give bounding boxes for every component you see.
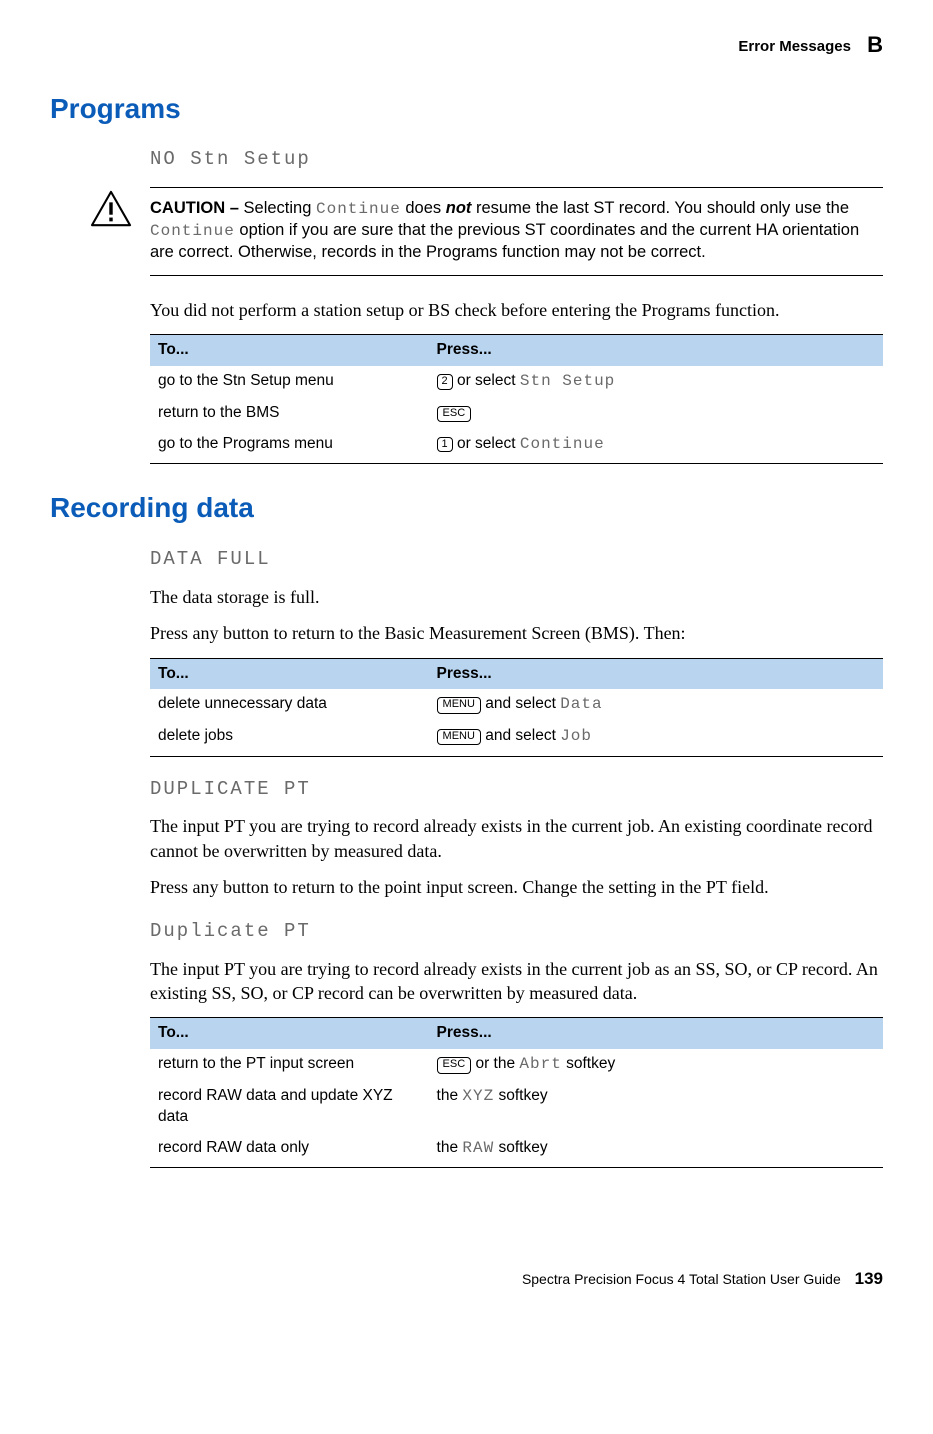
cell-mid: and select: [481, 695, 560, 712]
data-full-body2: Press any button to return to the Basic …: [150, 621, 883, 645]
dup-upper-body2: Press any button to return to the point …: [150, 875, 883, 899]
cell-mid: and select: [481, 727, 560, 744]
caution-label: CAUTION –: [150, 199, 244, 217]
cell-post: softkey: [494, 1087, 547, 1104]
table-row: record RAW data and update XYZ data the …: [150, 1081, 883, 1133]
footer-page: 139: [855, 1269, 883, 1288]
cell-to: go to the Programs menu: [150, 429, 429, 464]
cell-mid: or select: [453, 435, 520, 452]
dm-th-press: Press...: [429, 1018, 883, 1049]
key-esc: ESC: [437, 1057, 472, 1073]
cell-to: record RAW data and update XYZ data: [150, 1081, 429, 1133]
key-esc: ESC: [437, 406, 472, 422]
caution-icon: [90, 190, 132, 235]
cell-lcd: XYZ: [462, 1087, 494, 1105]
caution-text: CAUTION – Selecting Continue does not re…: [150, 198, 883, 263]
cell-to: delete jobs: [150, 721, 429, 756]
header-section: Error Messages: [738, 38, 851, 55]
key-menu: MENU: [437, 697, 481, 713]
header-appendix: B: [867, 32, 883, 57]
dup-mixed-table: To... Press... return to the PT input sc…: [150, 1017, 883, 1168]
cell-press: MENU and select Job: [429, 721, 883, 756]
cell-lcd: Data: [560, 695, 602, 713]
cell-press: 2 or select Stn Setup: [429, 366, 883, 398]
caution-not: not: [446, 199, 472, 217]
dup-mixed-body1: The input PT you are trying to record al…: [150, 957, 883, 1006]
cell-mid: or the: [471, 1055, 519, 1072]
page-header: Error Messages B: [50, 30, 883, 60]
table-row: delete jobs MENU and select Job: [150, 721, 883, 756]
programs-th-to: To...: [150, 335, 429, 366]
programs-table: To... Press... go to the Stn Setup menu …: [150, 334, 883, 464]
table-row: record RAW data only the RAW softkey: [150, 1133, 883, 1168]
table-row: return to the BMS ESC: [150, 398, 883, 429]
dup-upper-body1: The input PT you are trying to record al…: [150, 814, 883, 863]
programs-body: You did not perform a station setup or B…: [150, 298, 883, 322]
cell-lcd: RAW: [462, 1139, 494, 1157]
cell-press: the RAW softkey: [429, 1133, 883, 1168]
data-full-table: To... Press... delete unnecessary data M…: [150, 658, 883, 757]
table-row: return to the PT input screen ESC or the…: [150, 1049, 883, 1081]
key-2: 2: [437, 374, 453, 389]
cell-press: the XYZ softkey: [429, 1081, 883, 1133]
data-full-body1: The data storage is full.: [150, 585, 883, 609]
cell-to: record RAW data only: [150, 1133, 429, 1168]
caution-t1: Selecting: [244, 199, 316, 217]
caution-block: CAUTION – Selecting Continue does not re…: [150, 187, 883, 276]
table-row: go to the Programs menu 1 or select Cont…: [150, 429, 883, 464]
dm-th-to: To...: [150, 1018, 429, 1049]
caution-continue-1: Continue: [316, 200, 401, 218]
cell-press: MENU and select Data: [429, 689, 883, 721]
caution-continue-2: Continue: [150, 222, 235, 240]
table-row: go to the Stn Setup menu 2 or select Stn…: [150, 366, 883, 398]
df-th-press: Press...: [429, 658, 883, 689]
cell-lcd: Stn Setup: [520, 372, 615, 390]
cell-post: softkey: [562, 1055, 615, 1072]
caution-t2: does: [401, 199, 446, 217]
cell-press: ESC or the Abrt softkey: [429, 1049, 883, 1081]
data-full-label: DATA FULL: [150, 547, 883, 573]
page-footer: Spectra Precision Focus 4 Total Station …: [50, 1268, 883, 1291]
recording-heading: Recording data: [50, 489, 883, 527]
cell-lcd: Abrt: [519, 1055, 561, 1073]
cell-to: go to the Stn Setup menu: [150, 366, 429, 398]
cell-pre: the: [437, 1087, 463, 1104]
cell-pre: the: [437, 1139, 463, 1156]
programs-th-press: Press...: [429, 335, 883, 366]
cell-to: return to the BMS: [150, 398, 429, 429]
footer-title: Spectra Precision Focus 4 Total Station …: [522, 1271, 841, 1287]
cell-press: ESC: [429, 398, 883, 429]
caution-t4: option if you are sure that the previous…: [150, 221, 859, 261]
cell-press: 1 or select Continue: [429, 429, 883, 464]
cell-lcd: Continue: [520, 435, 605, 453]
table-row: delete unnecessary data MENU and select …: [150, 689, 883, 721]
duplicate-pt-mixed-label: Duplicate PT: [150, 919, 883, 945]
key-1: 1: [437, 437, 453, 452]
df-th-to: To...: [150, 658, 429, 689]
caution-t3: resume the last ST record. You should on…: [471, 199, 849, 217]
cell-to: delete unnecessary data: [150, 689, 429, 721]
cell-to: return to the PT input screen: [150, 1049, 429, 1081]
no-stn-setup-label: NO Stn Setup: [150, 147, 883, 173]
cell-post: softkey: [494, 1139, 547, 1156]
programs-heading: Programs: [50, 90, 883, 128]
cell-mid: or select: [453, 372, 520, 389]
key-menu: MENU: [437, 729, 481, 745]
duplicate-pt-upper-label: DUPLICATE PT: [150, 777, 883, 803]
cell-lcd: Job: [560, 727, 592, 745]
